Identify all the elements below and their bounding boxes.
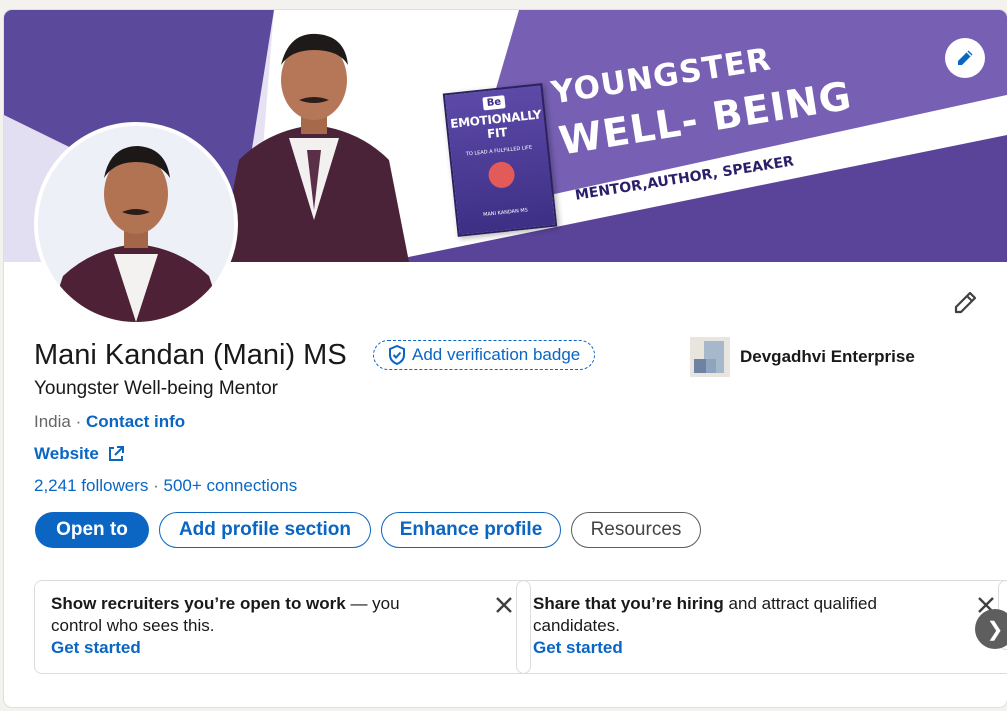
connections-link[interactable]: 500+ connections bbox=[163, 476, 297, 495]
location-text: India bbox=[34, 412, 71, 431]
next-card-button[interactable]: ❯ bbox=[975, 609, 1007, 649]
book-author: MANI KANDAN MS bbox=[482, 207, 529, 219]
network-stats: 2,241 followers · 500+ connections bbox=[34, 476, 297, 496]
card-text: Share that you’re hiring and attract qua… bbox=[533, 593, 933, 637]
close-icon[interactable] bbox=[494, 595, 514, 615]
card-text-bold: Show recruiters you’re open to work bbox=[51, 594, 346, 613]
avatar-photo bbox=[38, 126, 234, 322]
followers-link[interactable]: 2,241 followers bbox=[34, 476, 148, 495]
enhance-profile-button[interactable]: Enhance profile bbox=[381, 512, 561, 548]
profile-avatar[interactable] bbox=[34, 122, 238, 326]
book-cover-image: Be EMOTIONALLY FIT TO LEAD A FULFILLED L… bbox=[442, 83, 558, 237]
add-profile-section-button[interactable]: Add profile section bbox=[159, 512, 371, 548]
book-be-label: Be bbox=[482, 95, 506, 111]
location-line: India · Contact info bbox=[34, 412, 185, 432]
card-text: Show recruiters you’re open to work — yo… bbox=[51, 593, 451, 637]
profile-name: Mani Kandan (Mani) MS bbox=[34, 339, 347, 371]
card-text-bold: Share that you’re hiring bbox=[533, 594, 724, 613]
open-to-button[interactable]: Open to bbox=[35, 512, 149, 548]
add-verification-badge-button[interactable]: Add verification badge bbox=[373, 340, 596, 370]
external-link-icon bbox=[108, 446, 124, 461]
book-heart-graphic bbox=[487, 160, 516, 190]
banner-person-image bbox=[219, 33, 409, 262]
book-tagline: TO LEAD A FULFILLED LIFE bbox=[465, 144, 533, 158]
website-label: Website bbox=[34, 444, 99, 463]
profile-intro-card: Be EMOTIONALLY FIT TO LEAD A FULFILLED L… bbox=[4, 10, 1007, 707]
get-started-link[interactable]: Get started bbox=[51, 638, 514, 658]
edit-cover-button[interactable] bbox=[945, 38, 985, 78]
company-name: Devgadhvi Enterprise bbox=[740, 347, 915, 366]
hiring-card: Share that you’re hiring and attract qua… bbox=[516, 580, 1007, 674]
pencil-icon bbox=[954, 291, 977, 314]
shield-check-icon bbox=[389, 345, 405, 365]
get-started-link[interactable]: Get started bbox=[533, 638, 996, 658]
open-to-work-card: Show recruiters you’re open to work — yo… bbox=[34, 580, 531, 674]
current-company[interactable]: Devgadhvi Enterprise bbox=[690, 337, 915, 377]
separator-dot: · bbox=[75, 412, 82, 431]
company-logo bbox=[690, 337, 730, 377]
verification-label: Add verification badge bbox=[412, 345, 581, 364]
resources-button[interactable]: Resources bbox=[571, 512, 701, 548]
chevron-right-icon: ❯ bbox=[986, 618, 1004, 641]
website-link[interactable]: Website bbox=[34, 444, 125, 464]
contact-info-link[interactable]: Contact info bbox=[86, 412, 185, 431]
separator-dot: · bbox=[153, 476, 159, 495]
pencil-icon bbox=[958, 50, 973, 65]
profile-headline: Youngster Well-being Mentor bbox=[34, 378, 278, 399]
book-title: EMOTIONALLY FIT bbox=[449, 107, 542, 142]
edit-intro-button[interactable] bbox=[950, 288, 980, 318]
